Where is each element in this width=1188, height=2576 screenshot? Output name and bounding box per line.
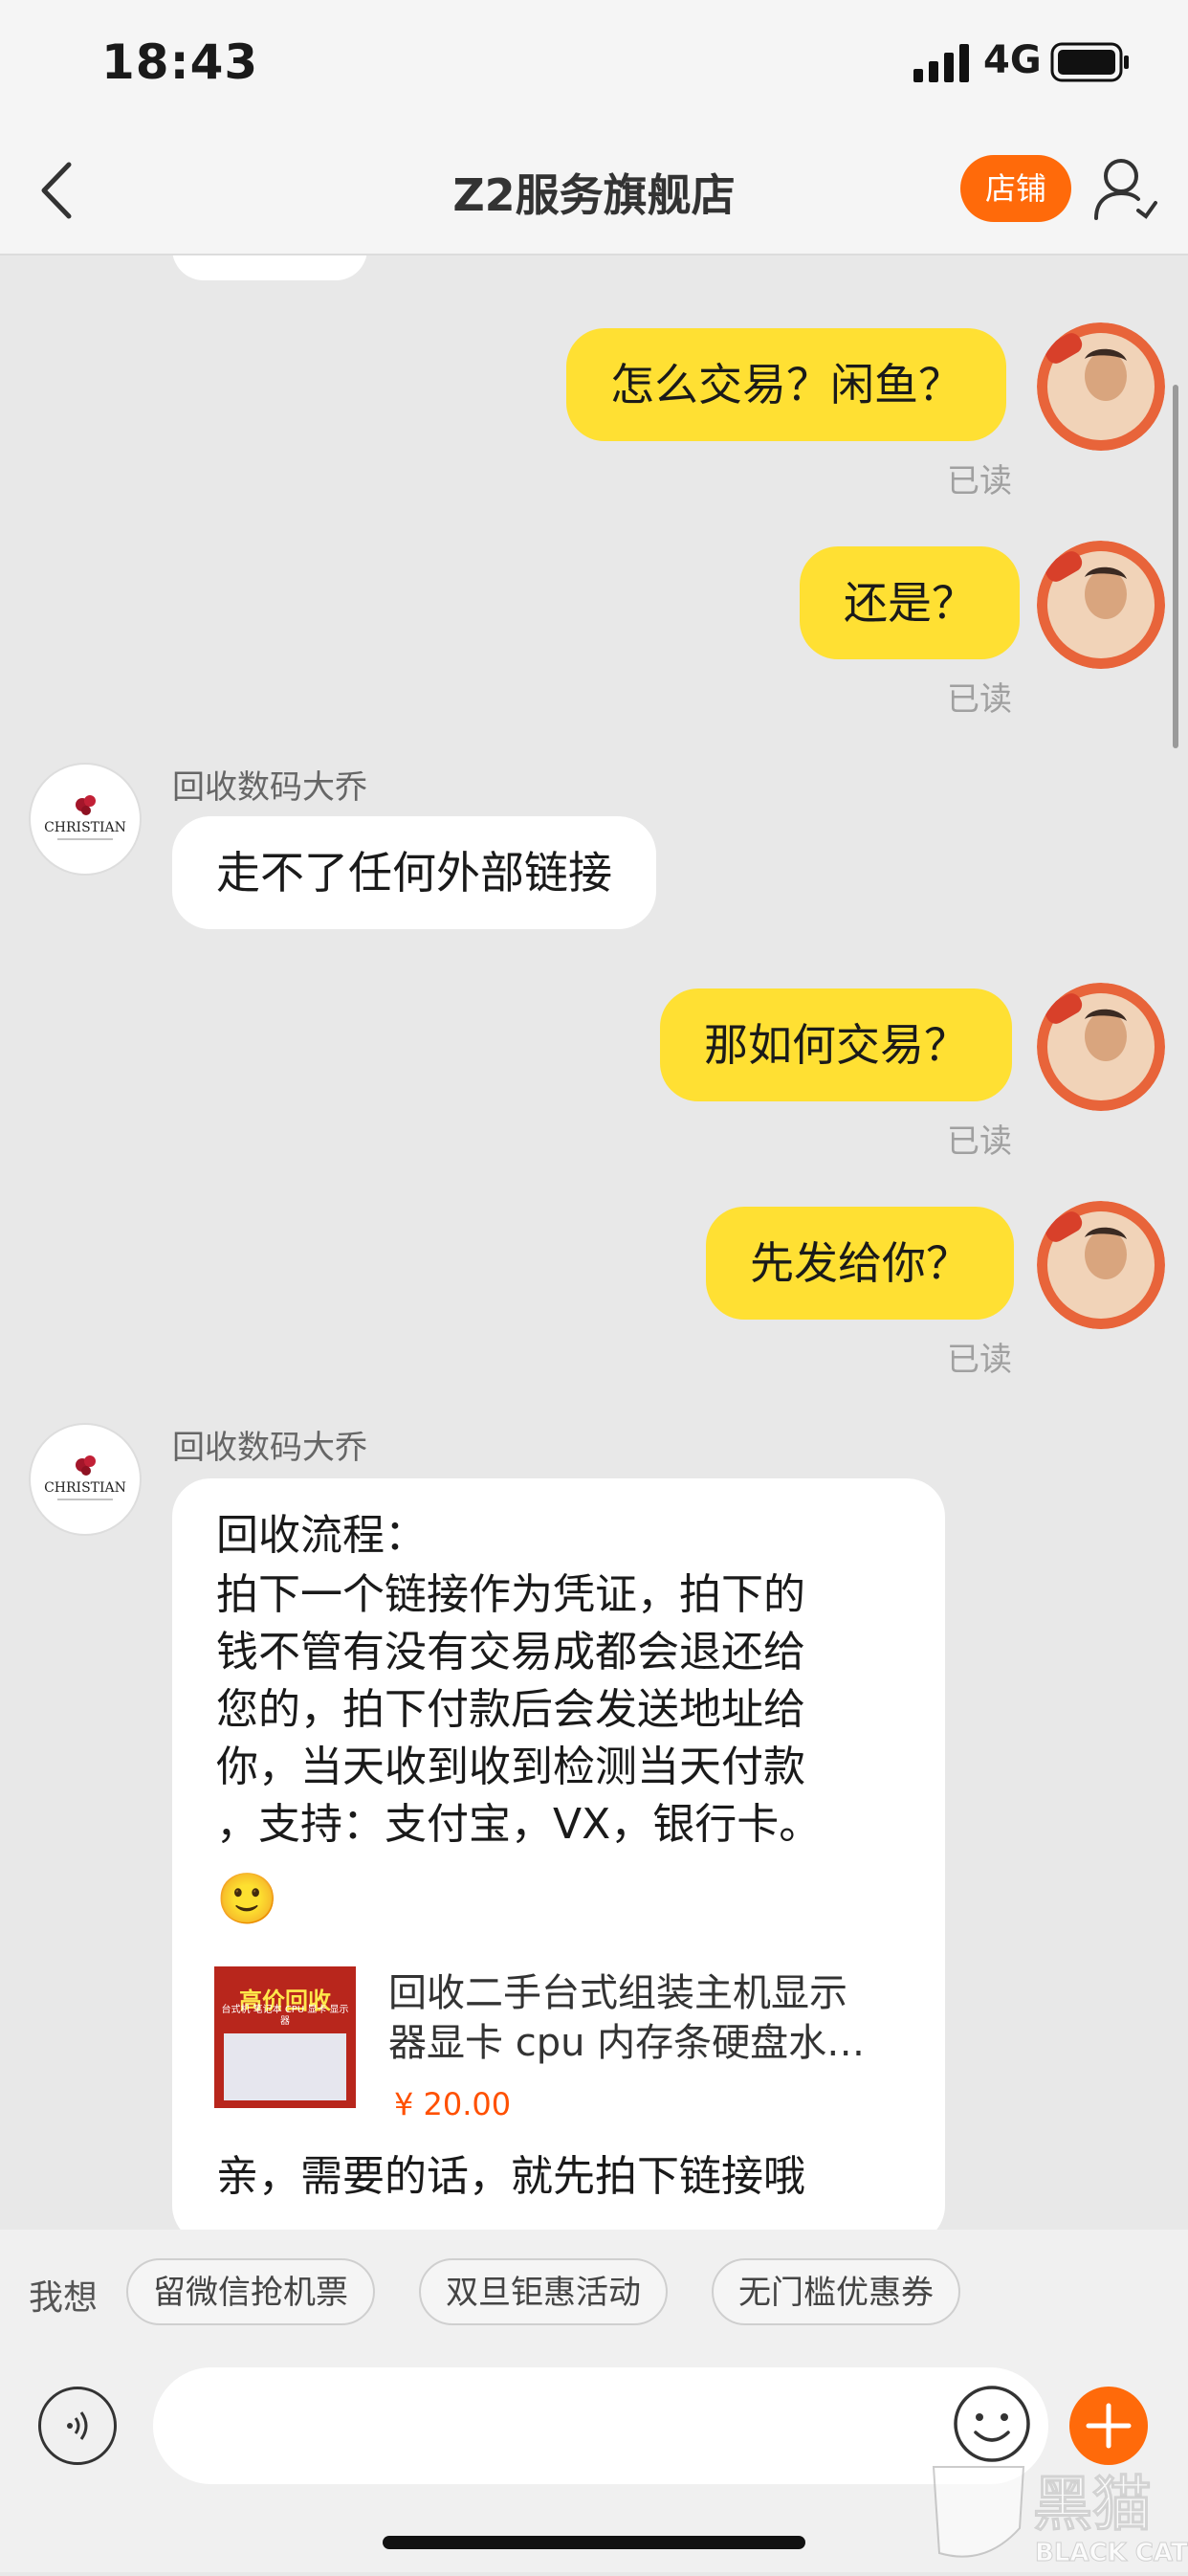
message-bubble-outgoing[interactable]: 那如何交易？	[660, 988, 1012, 1101]
svg-text:黑猫: 黑猫	[1033, 2469, 1152, 2539]
message-bubble-outgoing[interactable]: 怎么交易？闲鱼？	[566, 328, 1006, 441]
user-avatar-image	[1037, 322, 1165, 451]
svg-text:CHRISTIAN: CHRISTIAN	[44, 820, 126, 835]
emoji-icon[interactable]	[951, 2383, 1033, 2465]
message-line: 拍下一个链接作为凭证，拍下的	[216, 1570, 805, 1619]
user-avatar[interactable]	[1037, 322, 1165, 451]
user-avatar[interactable]	[1037, 1201, 1165, 1329]
message-input[interactable]	[153, 2367, 1048, 2484]
read-status: 已读	[947, 680, 1012, 719]
home-indicator	[383, 2536, 805, 2549]
product-card[interactable]: 高价回收 台式机 笔记本 CPU 显卡 显示器 回收二手台式组装主机显示 器显卡…	[214, 1966, 903, 2122]
sender-name: 回收数码大乔	[172, 768, 367, 807]
product-title-line: 器显卡 cpu 内存条硬盘水…	[388, 2021, 866, 2065]
product-price: ¥ 20.00	[394, 2086, 512, 2122]
battery-icon	[1050, 42, 1129, 82]
message-line: 钱不管有没有交易成都会退还给	[216, 1628, 805, 1677]
message-line: ，支持：支付宝，VX，银行卡。	[216, 1800, 822, 1849]
quick-reply-chip[interactable]: 留微信抢机票	[126, 2258, 375, 2325]
profile-icon[interactable]	[1090, 155, 1159, 224]
message-footer-text: 亲，需要的话，就先拍下链接哦	[216, 2152, 805, 2201]
seller-avatar-logo: CHRISTIAN	[44, 795, 126, 840]
message-line: 回收流程：	[216, 1511, 427, 1560]
message-line: 你，当天收到收到检测当天付款	[216, 1743, 805, 1791]
input-bar: 黑猫 BLACK CAT	[0, 2354, 1188, 2572]
read-status: 已读	[947, 1122, 1012, 1161]
quick-reply-label: 我想	[29, 2278, 99, 2318]
read-status: 已读	[947, 1341, 1012, 1379]
voice-button[interactable]	[38, 2387, 117, 2465]
signal-icon	[913, 44, 969, 82]
read-status: 已读	[947, 462, 1012, 500]
seller-avatar[interactable]: CHRISTIAN	[29, 763, 142, 876]
status-bar: 18:43 4G	[0, 0, 1188, 124]
user-avatar[interactable]	[1037, 541, 1165, 669]
store-button[interactable]: 店铺	[960, 155, 1071, 222]
product-image: 高价回收 台式机 笔记本 CPU 显卡 显示器	[214, 1966, 356, 2108]
message-bubble-outgoing[interactable]: 先发给你？	[706, 1207, 1014, 1320]
chat-list[interactable]: 怎么交易？闲鱼？ 已读 还是？ 已读 CHRISTIAN 回收数码大乔 走不了任…	[0, 255, 1188, 2230]
voice-icon	[67, 2411, 88, 2440]
user-avatar-image	[1037, 983, 1165, 1111]
product-photo	[224, 2033, 346, 2100]
user-avatar-image	[1037, 1201, 1165, 1329]
user-avatar-image	[1037, 541, 1165, 669]
add-button[interactable]	[1069, 2387, 1148, 2465]
message-bubble-partial	[172, 255, 367, 280]
svg-text:CHRISTIAN: CHRISTIAN	[44, 1480, 126, 1496]
product-title-line: 回收二手台式组装主机显示	[388, 1971, 847, 2015]
sender-name: 回收数码大乔	[172, 1429, 367, 1467]
plus-icon	[1086, 2403, 1132, 2449]
watermark-logo: 黑猫 BLACK CAT	[932, 2466, 1188, 2568]
message-bubble-incoming[interactable]: 回收流程： 拍下一个链接作为凭证，拍下的 钱不管有没有交易成都会退还给 您的，拍…	[172, 1478, 945, 2230]
message-bubble-outgoing[interactable]: 还是？	[800, 546, 1020, 659]
svg-text:BLACK CAT: BLACK CAT	[1035, 2539, 1188, 2567]
seller-avatar[interactable]: CHRISTIAN	[29, 1423, 142, 1536]
watermark: 黑猫 BLACK CAT	[928, 2461, 1188, 2572]
quick-reply-bar: 我想 留微信抢机票 双旦钜惠活动 无门槛优惠券	[0, 2230, 1188, 2354]
network-label: 4G	[983, 38, 1042, 82]
nav-bar: Z2服务旗舰店 店铺	[0, 124, 1188, 255]
product-subbadge: 台式机 笔记本 CPU 显卡 显示器	[221, 2005, 349, 2027]
smile-emoji: 🙂	[216, 1871, 278, 1928]
quick-reply-chip[interactable]: 双旦钜惠活动	[419, 2258, 668, 2325]
user-avatar[interactable]	[1037, 983, 1165, 1111]
message-bubble-incoming[interactable]: 走不了任何外部链接	[172, 816, 656, 929]
scrollbar[interactable]	[1173, 385, 1178, 748]
status-time: 18:43	[101, 34, 259, 90]
message-line: 您的，拍下付款后会发送地址给	[216, 1685, 805, 1734]
seller-avatar-logo: CHRISTIAN	[44, 1455, 126, 1500]
quick-reply-chip[interactable]: 无门槛优惠券	[712, 2258, 960, 2325]
